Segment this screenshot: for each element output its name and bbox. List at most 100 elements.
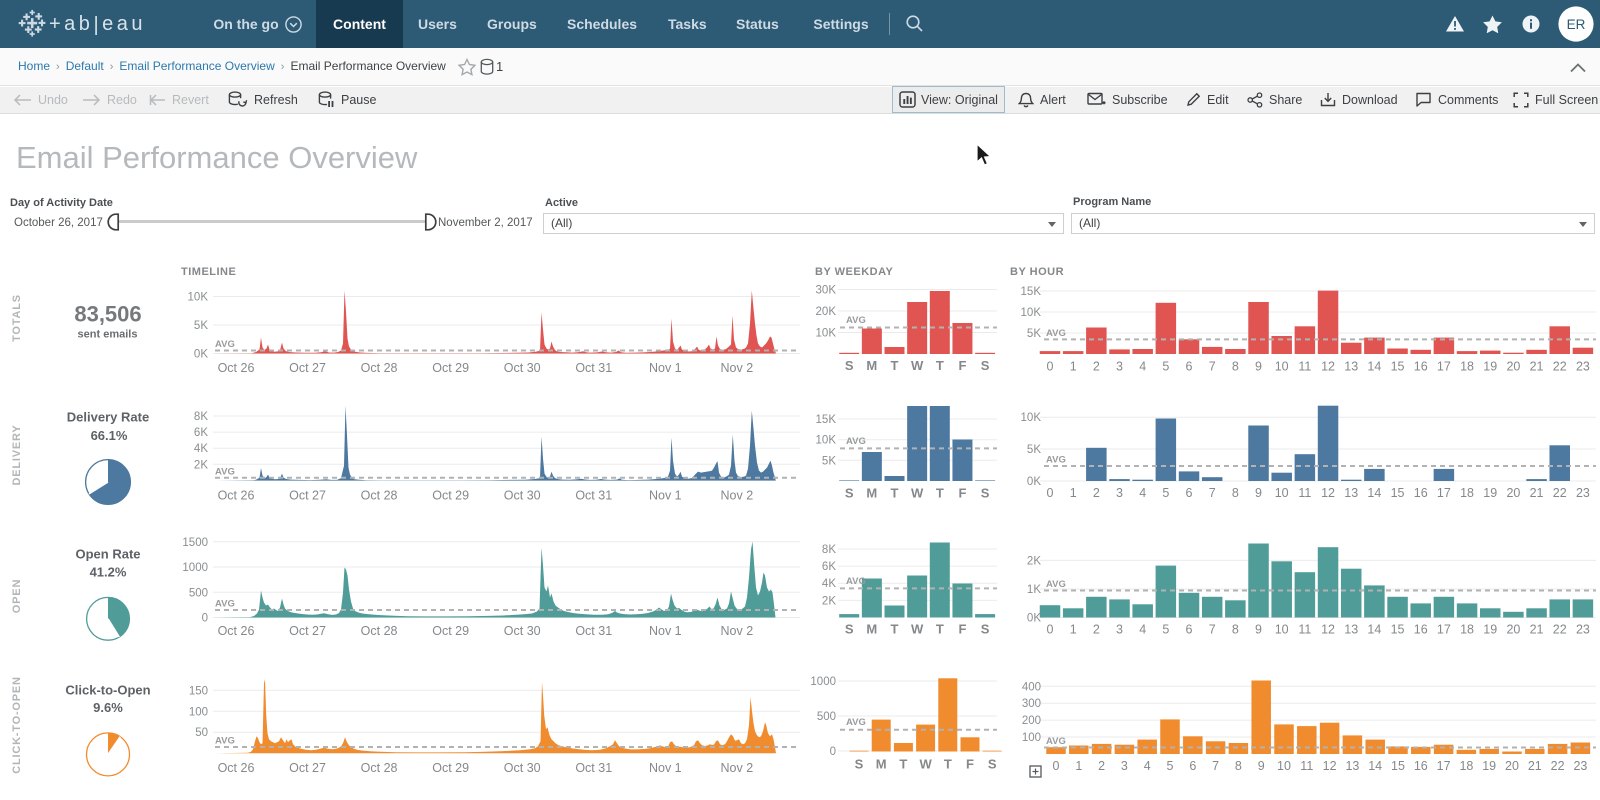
svg-text:20: 20 bbox=[1505, 759, 1519, 773]
svg-text:21: 21 bbox=[1530, 486, 1544, 500]
svg-text:Nov 2: Nov 2 bbox=[721, 624, 754, 638]
svg-text:Oct 29: Oct 29 bbox=[432, 761, 469, 775]
svg-text:8K: 8K bbox=[194, 411, 208, 423]
svg-text:22: 22 bbox=[1553, 486, 1567, 500]
svg-text:7: 7 bbox=[1212, 759, 1219, 773]
svg-text:DELIVERY: DELIVERY bbox=[11, 424, 23, 485]
svg-text:Oct 31: Oct 31 bbox=[575, 761, 612, 775]
svg-text:22: 22 bbox=[1553, 623, 1567, 637]
svg-text:Oct 26: Oct 26 bbox=[218, 624, 255, 638]
svg-text:Oct 31: Oct 31 bbox=[575, 624, 612, 638]
svg-text:3: 3 bbox=[1116, 623, 1123, 637]
svg-text:0: 0 bbox=[1047, 623, 1054, 637]
svg-text:T: T bbox=[891, 486, 899, 501]
svg-text:M: M bbox=[866, 486, 877, 501]
svg-text:T: T bbox=[936, 622, 944, 637]
svg-text:14: 14 bbox=[1367, 486, 1381, 500]
svg-text:6: 6 bbox=[1186, 623, 1193, 637]
svg-text:Nov 2: Nov 2 bbox=[721, 489, 754, 503]
svg-text:1000: 1000 bbox=[810, 676, 836, 688]
svg-text:T: T bbox=[936, 486, 944, 501]
svg-text:400: 400 bbox=[1022, 681, 1041, 693]
svg-text:23: 23 bbox=[1576, 360, 1590, 374]
svg-text:23: 23 bbox=[1576, 486, 1590, 500]
svg-text:M: M bbox=[866, 358, 877, 373]
svg-text:0: 0 bbox=[1053, 759, 1060, 773]
svg-text:6: 6 bbox=[1189, 759, 1196, 773]
svg-text:14: 14 bbox=[1367, 360, 1381, 374]
svg-text:S: S bbox=[988, 756, 997, 771]
svg-text:66.1%: 66.1% bbox=[91, 428, 128, 443]
svg-text:18: 18 bbox=[1459, 759, 1473, 773]
svg-text:12: 12 bbox=[1321, 360, 1335, 374]
svg-text:Oct 29: Oct 29 bbox=[432, 489, 469, 503]
svg-text:F: F bbox=[958, 622, 966, 637]
svg-text:Oct 26: Oct 26 bbox=[218, 361, 255, 375]
svg-text:Oct 29: Oct 29 bbox=[432, 624, 469, 638]
svg-text:10: 10 bbox=[1275, 360, 1289, 374]
svg-text:6K: 6K bbox=[194, 427, 208, 439]
svg-text:15K: 15K bbox=[816, 414, 837, 426]
svg-text:S: S bbox=[981, 486, 990, 501]
svg-text:3: 3 bbox=[1116, 486, 1123, 500]
svg-text:AVG: AVG bbox=[1046, 455, 1066, 466]
svg-text:21: 21 bbox=[1528, 759, 1542, 773]
svg-text:15: 15 bbox=[1391, 623, 1405, 637]
svg-text:50: 50 bbox=[195, 727, 208, 739]
svg-text:13: 13 bbox=[1344, 360, 1358, 374]
svg-text:W: W bbox=[911, 622, 924, 637]
svg-text:OPEN: OPEN bbox=[11, 579, 23, 613]
svg-text:BY HOUR: BY HOUR bbox=[1010, 266, 1064, 278]
svg-text:21: 21 bbox=[1530, 623, 1544, 637]
svg-text:Oct 26: Oct 26 bbox=[218, 761, 255, 775]
svg-text:20K: 20K bbox=[816, 306, 837, 318]
svg-text:20: 20 bbox=[1506, 486, 1520, 500]
svg-text:Oct 31: Oct 31 bbox=[575, 361, 612, 375]
svg-text:0: 0 bbox=[202, 613, 208, 625]
svg-text:17: 17 bbox=[1437, 486, 1451, 500]
svg-text:300: 300 bbox=[1022, 698, 1041, 710]
svg-text:1000: 1000 bbox=[182, 562, 208, 574]
svg-text:23: 23 bbox=[1573, 759, 1587, 773]
svg-text:Nov 1: Nov 1 bbox=[649, 489, 682, 503]
svg-text:7: 7 bbox=[1209, 623, 1216, 637]
svg-text:19: 19 bbox=[1483, 623, 1497, 637]
svg-text:13: 13 bbox=[1345, 759, 1359, 773]
svg-text:15: 15 bbox=[1391, 759, 1405, 773]
svg-text:T: T bbox=[899, 756, 907, 771]
svg-text:S: S bbox=[981, 622, 990, 637]
svg-text:4: 4 bbox=[1139, 486, 1146, 500]
svg-text:18: 18 bbox=[1460, 486, 1474, 500]
svg-text:11: 11 bbox=[1298, 623, 1311, 637]
svg-text:10K: 10K bbox=[188, 292, 209, 304]
svg-text:9: 9 bbox=[1258, 759, 1265, 773]
svg-text:Oct 29: Oct 29 bbox=[432, 361, 469, 375]
svg-text:150: 150 bbox=[189, 685, 208, 697]
svg-text:9: 9 bbox=[1255, 486, 1262, 500]
svg-text:Oct 30: Oct 30 bbox=[504, 624, 541, 638]
svg-text:14: 14 bbox=[1368, 759, 1382, 773]
svg-text:AVG: AVG bbox=[215, 736, 235, 747]
svg-text:Oct 26: Oct 26 bbox=[218, 489, 255, 503]
svg-text:15K: 15K bbox=[1021, 286, 1042, 298]
svg-text:T: T bbox=[936, 358, 944, 373]
svg-text:Nov 2: Nov 2 bbox=[721, 761, 754, 775]
svg-text:W: W bbox=[919, 756, 932, 771]
svg-text:TIMELINE: TIMELINE bbox=[181, 266, 236, 278]
svg-text:T: T bbox=[891, 358, 899, 373]
svg-text:16: 16 bbox=[1414, 360, 1428, 374]
svg-text:Delivery Rate: Delivery Rate bbox=[67, 410, 149, 425]
svg-text:6: 6 bbox=[1186, 486, 1193, 500]
svg-text:8: 8 bbox=[1232, 360, 1239, 374]
svg-text:2: 2 bbox=[1098, 759, 1105, 773]
svg-text:S: S bbox=[981, 358, 990, 373]
svg-text:19: 19 bbox=[1483, 360, 1497, 374]
svg-text:5K: 5K bbox=[1027, 328, 1041, 340]
svg-text:5: 5 bbox=[1167, 759, 1174, 773]
svg-text:AVG: AVG bbox=[846, 315, 866, 326]
svg-text:Click-to-Open: Click-to-Open bbox=[65, 683, 150, 698]
svg-text:14: 14 bbox=[1367, 623, 1381, 637]
svg-text:12: 12 bbox=[1321, 486, 1335, 500]
svg-text:Oct 27: Oct 27 bbox=[289, 624, 326, 638]
svg-text:500: 500 bbox=[817, 711, 836, 723]
